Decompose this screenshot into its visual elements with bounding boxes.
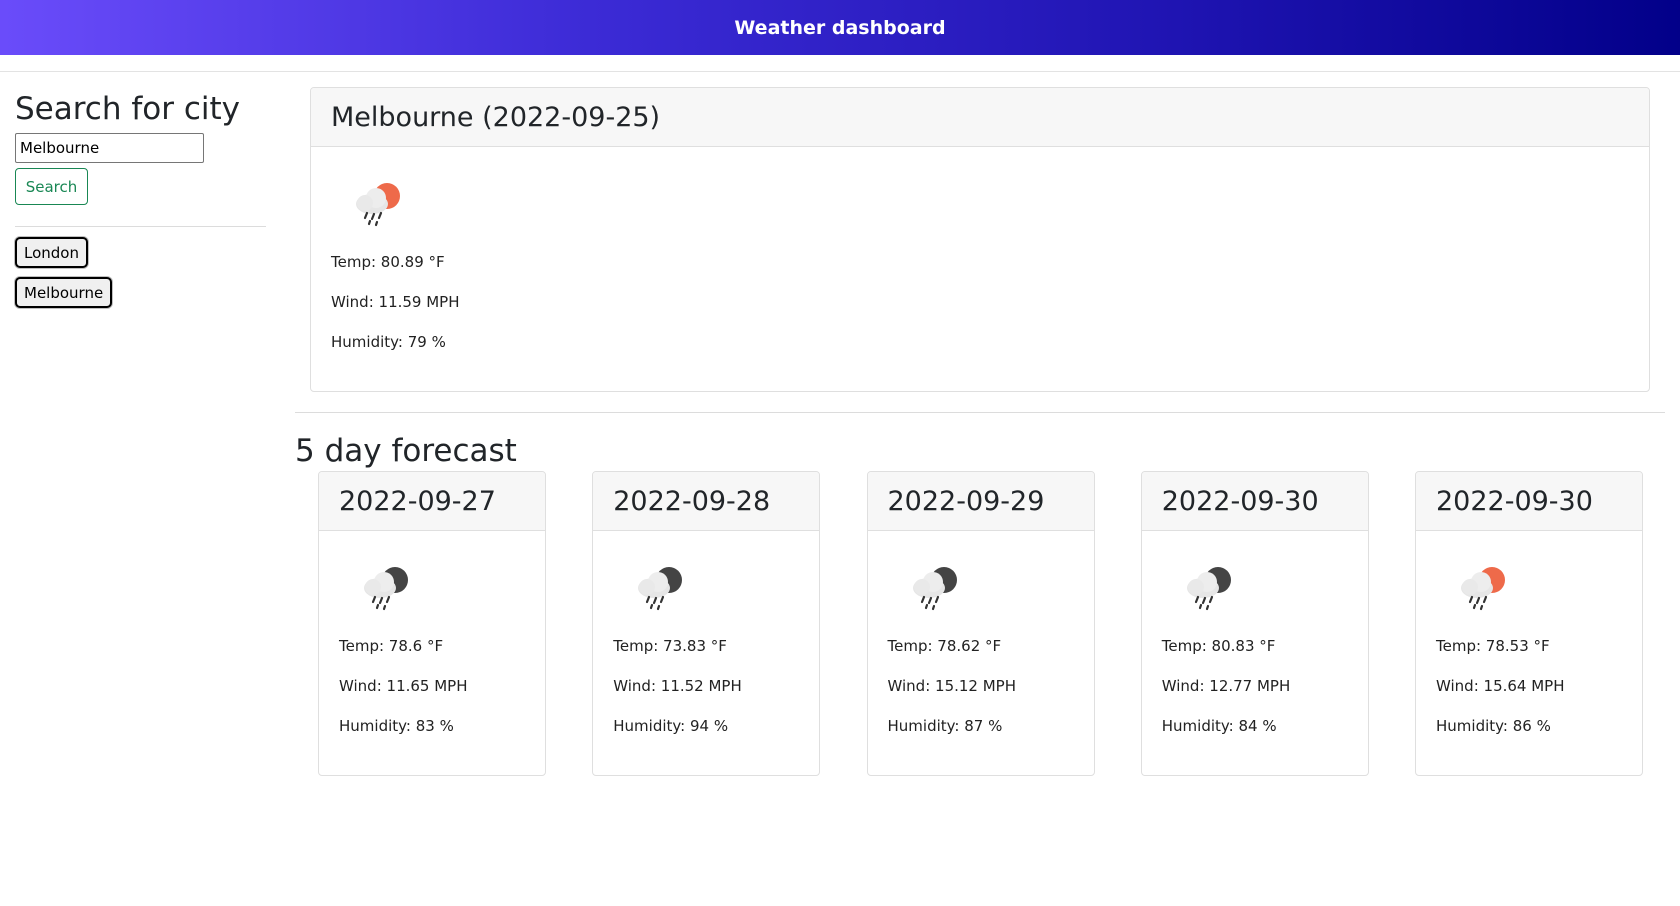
- forecast-wind: Wind: 15.64 MPH: [1436, 677, 1565, 695]
- forecast-card: 2022-09-29 Temp: 78.62 °F Wind: 15.12 MP…: [866, 471, 1095, 776]
- forecast-card: 2022-09-30 Temp: 80.83 °F Wind: 12.77 MP…: [1140, 471, 1369, 776]
- forecast-card-body: Temp: 73.83 °F Wind: 11.52 MPH Humidity:…: [593, 531, 819, 736]
- forecast-card-body: Temp: 78.53 °F Wind: 15.64 MPH Humidity:…: [1416, 531, 1642, 736]
- sidebar-divider: [15, 226, 266, 227]
- forecast-humidity: Humidity: 94 %: [613, 717, 729, 735]
- forecast-humidity: Humidity: 87 %: [887, 717, 1003, 735]
- forecast-card-body: Temp: 80.83 °F Wind: 12.77 MPH Humidity:…: [1142, 531, 1368, 736]
- city-search-input[interactable]: [15, 133, 204, 163]
- forecast-card-header: 2022-09-30: [1141, 472, 1368, 531]
- main-divider: [295, 412, 1665, 413]
- search-history: London Melbourne: [15, 237, 266, 308]
- current-weather-card: Melbourne (2022-09-25) Temp: 80.89 °F Wi…: [310, 87, 1650, 392]
- current-wind: Wind: 11.59 MPH: [331, 293, 460, 311]
- forecast-wind: Wind: 15.12 MPH: [887, 677, 1017, 695]
- forecast-wind: Wind: 12.77 MPH: [1161, 677, 1291, 695]
- current-humidity: Humidity: 79 %: [331, 333, 446, 351]
- forecast-card: 2022-09-28 Temp: 73.83 °F Wind: 11.52 MP…: [592, 471, 821, 776]
- rain-cloud-moon-icon: [638, 567, 683, 611]
- forecast-humidity: Humidity: 86 %: [1436, 717, 1551, 735]
- forecast-card-header: 2022-09-30: [1416, 472, 1642, 531]
- forecast-humidity: Humidity: 84 %: [1161, 717, 1277, 735]
- forecast-card-header: 2022-09-27: [319, 472, 545, 531]
- forecast-date: 2022-09-27: [339, 485, 496, 517]
- forecast-heading: 5 day forecast: [295, 433, 517, 469]
- forecast-wind: Wind: 11.65 MPH: [339, 677, 468, 695]
- forecast-temp: Temp: 73.83 °F: [613, 637, 727, 655]
- forecast-temp: Temp: 78.62 °F: [887, 637, 1002, 655]
- search-button[interactable]: Search: [15, 168, 88, 205]
- forecast-card-header: 2022-09-29: [867, 472, 1094, 531]
- forecast-card-header: 2022-09-28: [593, 472, 820, 531]
- forecast-temp: Temp: 80.83 °F: [1161, 637, 1276, 655]
- forecast-card: 2022-09-27 Temp: 78.6 °F Wind: 11.65 MPH…: [318, 471, 546, 776]
- forecast-card-body: Temp: 78.6 °F Wind: 11.65 MPH Humidity: …: [319, 531, 545, 736]
- forecast-list: 2022-09-27 Temp: 78.6 °F Wind: 11.65 MPH…: [318, 471, 1643, 776]
- forecast-card-body: Temp: 78.62 °F Wind: 15.12 MPH Humidity:…: [868, 531, 1094, 736]
- forecast-date: 2022-09-30: [1161, 485, 1319, 517]
- rain-cloud-moon-icon: [912, 567, 957, 611]
- app-title: Weather dashboard: [734, 16, 946, 39]
- current-weather-header: Melbourne (2022-09-25): [311, 88, 1649, 147]
- history-button-melbourne[interactable]: Melbourne: [15, 277, 113, 308]
- page-layout: Search for city Search London Melbourne …: [0, 71, 1680, 905]
- app-header: Weather dashboard: [0, 0, 1680, 55]
- forecast-temp: Temp: 78.53 °F: [1436, 637, 1550, 655]
- rain-cloud-moon-icon: [1186, 567, 1231, 611]
- rain-cloud-moon-icon: [364, 567, 408, 611]
- header-divider: [0, 71, 1680, 72]
- current-weather-body: Temp: 80.89 °F Wind: 11.59 MPH Humidity:…: [311, 147, 1649, 352]
- forecast-humidity: Humidity: 83 %: [339, 717, 454, 735]
- forecast-date: 2022-09-28: [613, 485, 771, 517]
- search-heading: Search for city: [15, 91, 240, 127]
- forecast-date: 2022-09-30: [1436, 485, 1593, 517]
- rain-cloud-sun-icon: [356, 183, 400, 227]
- forecast-wind: Wind: 11.52 MPH: [613, 677, 742, 695]
- history-button-london[interactable]: London: [15, 237, 88, 268]
- current-weather-title: Melbourne (2022-09-25): [331, 101, 661, 133]
- current-temp: Temp: 80.89 °F: [331, 253, 445, 271]
- rain-cloud-sun-icon: [1461, 567, 1505, 611]
- forecast-date: 2022-09-29: [887, 485, 1045, 517]
- sidebar: Search for city Search London Melbourne: [15, 89, 266, 317]
- forecast-temp: Temp: 78.6 °F: [339, 637, 444, 655]
- forecast-card: 2022-09-30 Temp: 78.53 °F Wind: 15.64 MP…: [1415, 471, 1643, 776]
